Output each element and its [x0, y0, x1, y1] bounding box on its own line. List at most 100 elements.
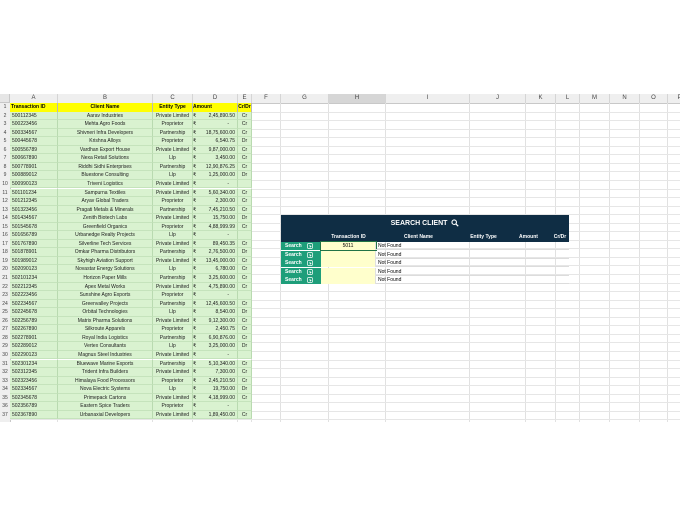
crdr-cell[interactable]: Dr [238, 248, 252, 257]
entity-type-cell[interactable]: Proprietor [153, 120, 193, 129]
amount-cell[interactable]: ₹3,25,600.00 [193, 274, 238, 283]
transaction-id-cell[interactable]: 501878901 [10, 248, 58, 257]
transaction-id-cell[interactable]: 502090123 [10, 265, 58, 274]
crdr-cell[interactable]: Dr [238, 137, 252, 146]
amount-cell[interactable]: ₹4,75,890.00 [193, 282, 238, 292]
row-header[interactable]: 25 [0, 308, 10, 317]
entity-type-cell[interactable]: Llp [153, 171, 193, 180]
amount-cell[interactable]: ₹4,18,999.00 [193, 393, 238, 403]
amount-cell[interactable]: ₹89,450.35 [193, 239, 238, 249]
amount-cell[interactable]: ₹ - [193, 402, 238, 411]
transaction-id-cell[interactable]: 502356789 [10, 402, 58, 411]
crdr-cell[interactable]: Cr [238, 128, 252, 138]
crdr-cell[interactable]: Cr [238, 410, 252, 420]
client-name-cell[interactable]: Nexa Retail Solutions [58, 154, 153, 163]
transaction-id-cell[interactable]: 502234567 [10, 299, 58, 309]
select-all-corner[interactable] [0, 94, 10, 103]
entity-type-cell[interactable]: Partnership [153, 128, 193, 138]
client-name-cell[interactable]: Vertex Consultants [58, 342, 153, 351]
transaction-id-cell[interactable]: 502278901 [10, 333, 58, 343]
entity-type-cell[interactable]: Partnership [153, 299, 193, 309]
crdr-cell[interactable]: Cr [238, 393, 252, 403]
client-name-cell[interactable]: Zenith Biotech Labs [58, 214, 153, 223]
transaction-id-cell[interactable]: 501656789 [10, 231, 58, 240]
client-name-cell[interactable]: Greenvalley Projects [58, 299, 153, 309]
amount-cell[interactable]: ₹18,75,600.00 [193, 128, 238, 138]
entity-type-cell[interactable]: Private Limited [153, 393, 193, 403]
search-button[interactable]: Search [281, 259, 321, 267]
search-id-input[interactable] [321, 267, 376, 276]
row-header[interactable]: 15 [0, 223, 10, 232]
client-name-cell[interactable]: Aarav Industries [58, 111, 153, 121]
crdr-cell[interactable]: Cr [238, 282, 252, 292]
transaction-id-cell[interactable]: 502267890 [10, 325, 58, 334]
transaction-id-cell[interactable]: 501545678 [10, 222, 58, 232]
row-header[interactable]: 16 [0, 231, 10, 240]
search-id-input[interactable] [321, 276, 376, 284]
entity-type-cell[interactable]: Partnership [153, 274, 193, 283]
search-id-input[interactable]: 5011 [320, 241, 377, 251]
entity-type-cell[interactable]: Private Limited [153, 368, 193, 377]
crdr-cell[interactable]: Cr [238, 274, 252, 283]
crdr-cell[interactable]: Cr [238, 111, 252, 121]
search-button[interactable]: Search [281, 250, 321, 259]
row-header[interactable]: 21 [0, 274, 10, 283]
client-name-cell[interactable]: Omkar Pharma Distributors [58, 248, 153, 257]
crdr-cell[interactable]: Cr [238, 368, 252, 377]
transaction-id-cell[interactable]: 502101234 [10, 274, 58, 283]
transaction-id-cell[interactable]: 501434567 [10, 214, 58, 223]
amount-cell[interactable]: ₹ - [193, 120, 238, 129]
row-header[interactable]: 30 [0, 351, 10, 360]
column-header-e[interactable]: E [238, 94, 252, 103]
transaction-id-cell[interactable]: 502289012 [10, 342, 58, 351]
crdr-cell[interactable]: Cr [238, 299, 252, 309]
client-name-cell[interactable]: Urbanaxial Developers [58, 410, 153, 420]
crdr-cell[interactable]: Cr [238, 120, 252, 129]
entity-type-cell[interactable]: Private Limited [153, 256, 193, 266]
column-header-o[interactable]: O [640, 94, 668, 103]
amount-cell[interactable]: ₹ - [193, 350, 238, 360]
transaction-id-cell[interactable]: 502312345 [10, 368, 58, 377]
crdr-cell[interactable]: Dr [238, 171, 252, 180]
entity-type-cell[interactable]: Private Limited [153, 188, 193, 198]
column-header-p[interactable]: P [668, 94, 680, 103]
client-name-cell[interactable]: Bluestone Consulting [58, 171, 153, 180]
crdr-cell[interactable]: Cr [238, 205, 252, 215]
transaction-id-cell[interactable]: 500223456 [10, 120, 58, 129]
row-header[interactable]: 13 [0, 206, 10, 215]
crdr-cell[interactable]: Cr [238, 265, 252, 274]
client-name-cell[interactable]: Nova Electric Systems [58, 385, 153, 394]
search-button[interactable]: Search [281, 267, 321, 276]
client-name-cell[interactable]: Eastern Spice Traders [58, 402, 153, 411]
amount-cell[interactable]: ₹2,450.75 [193, 325, 238, 334]
transaction-id-cell[interactable]: 501767890 [10, 239, 58, 249]
row-header[interactable]: 28 [0, 334, 10, 343]
crdr-cell[interactable]: Cr [238, 256, 252, 266]
row-header[interactable]: 14 [0, 214, 10, 223]
transaction-id-cell[interactable]: 502290123 [10, 350, 58, 360]
amount-cell[interactable]: ₹5,60,340.00 [193, 188, 238, 198]
row-header[interactable]: 23 [0, 291, 10, 300]
amount-cell[interactable]: ₹3,450.00 [193, 154, 238, 163]
transaction-id-cell[interactable]: 501989012 [10, 256, 58, 266]
client-name-cell[interactable]: Primepack Cartons [58, 393, 153, 403]
amount-cell[interactable]: ₹6,780.00 [193, 265, 238, 274]
amount-cell[interactable]: ₹3,25,000.00 [193, 342, 238, 351]
row-header[interactable]: 27 [0, 325, 10, 334]
transaction-id-cell[interactable]: 502212345 [10, 282, 58, 292]
row-header[interactable]: 33 [0, 377, 10, 386]
column-header-f[interactable]: F [252, 94, 281, 103]
crdr-cell[interactable]: Cr [238, 376, 252, 386]
entity-type-cell[interactable]: Proprietor [153, 325, 193, 334]
column-header-l[interactable]: L [556, 94, 580, 103]
transaction-id-cell[interactable]: 502256789 [10, 316, 58, 326]
row-header[interactable]: 12 [0, 197, 10, 206]
amount-cell[interactable]: ₹2,76,500.00 [193, 248, 238, 257]
row-header[interactable]: 37 [0, 411, 10, 420]
search-id-input[interactable] [321, 250, 376, 259]
row-header[interactable]: 31 [0, 360, 10, 369]
entity-type-cell[interactable]: Private Limited [153, 282, 193, 292]
client-name-cell[interactable]: Triveni Logistics [58, 179, 153, 189]
column-header-c[interactable]: C [153, 94, 193, 103]
column-header-g[interactable]: G [281, 94, 329, 103]
